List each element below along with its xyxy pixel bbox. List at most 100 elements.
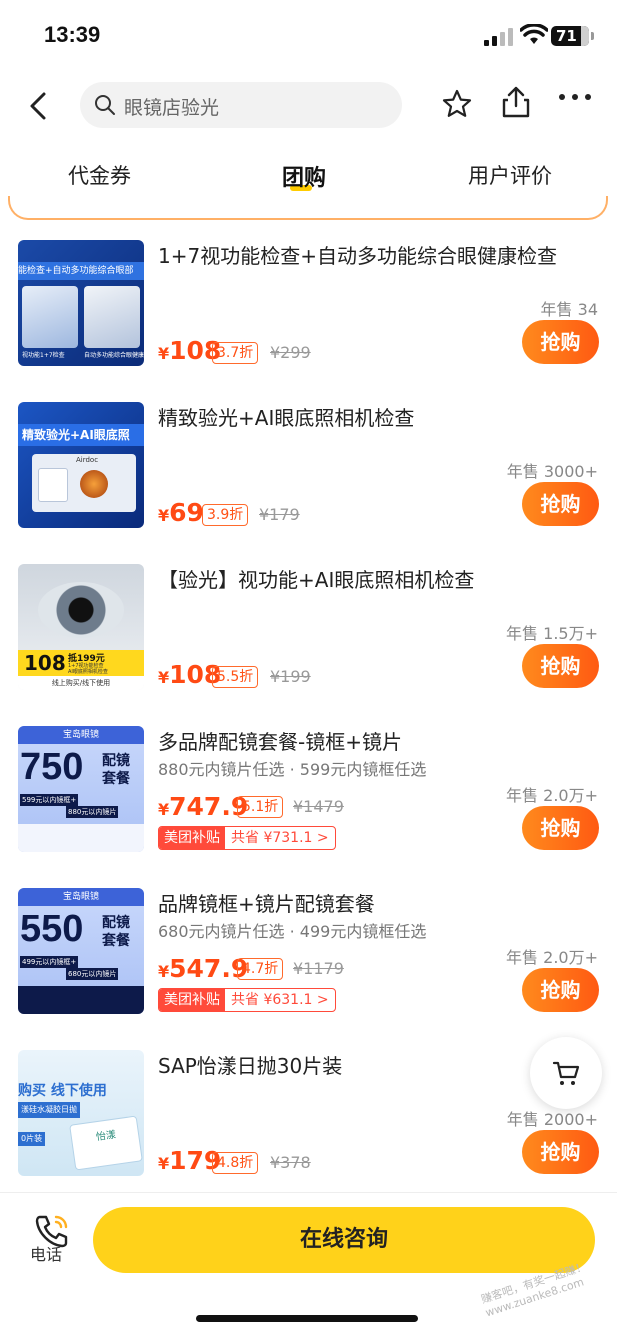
cart-icon [552,1061,580,1085]
thumb-product-box: 怡漾 [69,1115,143,1171]
buy-button[interactable]: 抢购 [522,1130,599,1174]
original-price: ¥1479 [293,797,344,816]
deal-price: ¥69 [158,498,204,527]
deal-sold-count: 年售 2000+ [506,1110,598,1129]
buy-button[interactable]: 抢购 [522,806,599,850]
deal-subtitle: 880元内镜片任选 · 599元内镜框任选 [158,760,427,779]
thumb-shop-name: 宝岛眼镜 [18,888,144,906]
thumb-bottom-text: 线上购买/线下使用 [18,676,144,690]
phone-label[interactable]: 电话 [30,1241,62,1265]
original-price: ¥1179 [293,959,344,978]
deal-title: 【验光】视功能+AI眼底照相机检查 [158,568,475,592]
thumb-eye-image [38,582,124,638]
deal-sold-count: 年售 3000+ [506,462,598,481]
thumb-mid-text: 漾硅水凝胶日抛 [18,1102,80,1118]
thumb-shop-name: 宝岛眼镜 [18,726,144,744]
cart-button[interactable] [530,1037,602,1109]
wifi-icon [520,24,548,44]
deal-price: ¥547.9 [158,954,248,983]
thumb-tag2: 套餐 [102,771,130,787]
subsidy-tag[interactable]: 美团补贴 共省 ¥731.1 > [158,826,336,850]
deal-thumbnail: 能检查+自动多功能综合眼部 视功能1+7检查 自动多功能综合眼健康检查 [18,240,144,366]
subsidy-label: 美团补贴 [159,989,225,1011]
thumb-photo-device [84,286,140,348]
thumb-box-label: 怡漾 [95,1129,117,1144]
tab-group-buy[interactable]: 团购 [282,160,326,192]
buy-button[interactable]: 抢购 [522,320,599,364]
thumb-big-number: 550 [20,908,84,950]
thumb-yellow-band: 108 抵199元 1+7视功能检查 AI眼底照相机检查 [18,650,144,676]
deal-thumbnail: 精致验光+AI眼底照 Airdoc [18,402,144,528]
tab-reviews[interactable]: 用户评价 [468,160,552,190]
subsidy-label: 美团补贴 [159,827,225,849]
home-indicator [196,1315,418,1322]
favorite-star-icon[interactable] [441,88,473,120]
buy-button[interactable]: 抢购 [522,644,599,688]
currency-symbol: ¥ [158,962,170,981]
thumb-caption-left: 视功能1+7检查 [22,352,65,359]
deal-title: 1+7视功能检查+自动多功能综合眼健康检查 [158,244,557,268]
deal-item[interactable]: 宝岛眼镜 550 配镜 套餐 499元以内镜框+ 680元以内镜片 品牌镜框+镜… [0,888,617,1050]
deal-item[interactable]: 购买 线下使用 漾硅水凝胶日抛 0片装 怡漾 SAP怡漾日抛30片装 年售 20… [0,1050,617,1212]
search-icon [95,95,115,115]
thumb-banner: 能检查+自动多功能综合眼部 [18,262,144,280]
thumb-sub2: AI眼底照相机检查 [68,669,108,675]
deal-thumbnail: 宝岛眼镜 550 配镜 套餐 499元以内镜框+ 680元以内镜片 [18,888,144,1014]
deal-item[interactable]: 精致验光+AI眼底照 Airdoc 精致验光+AI眼底照相机检查 年售 3000… [0,402,617,564]
deal-item[interactable]: 能检查+自动多功能综合眼部 视功能1+7检查 自动多功能综合眼健康检查 1+7视… [0,240,617,402]
discount-badge: 5.5折 [212,666,259,688]
thumb-photo-doctor [22,286,78,348]
status-time: 13:39 [44,22,101,47]
thumb-line2: 880元以内镜片 [66,806,119,818]
deal-thumbnail: 宝岛眼镜 750 配镜 套餐 599元以内镜框+ 880元以内镜片 [18,726,144,852]
thumb-price: 108 [24,651,66,675]
more-icon[interactable] [558,92,592,102]
thumb-banner: 精致验光+AI眼底照 [18,424,144,446]
deal-title: 多品牌配镜套餐-镜框+镜片 [158,730,402,754]
price-value: 69 [169,498,204,527]
subsidy-tag[interactable]: 美团补贴 共省 ¥631.1 > [158,988,336,1012]
deal-price: ¥747.9 [158,792,248,821]
signal-icon [484,28,513,46]
original-price: ¥179 [259,505,300,524]
discount-badge: 4.7折 [237,958,284,980]
currency-symbol: ¥ [158,344,170,363]
discount-badge: 3.9折 [202,504,249,526]
buy-button[interactable]: 抢购 [522,482,599,526]
buy-button[interactable]: 抢购 [522,968,599,1012]
search-bar[interactable]: 眼镜店验光 [80,82,402,128]
thumb-footer [18,824,144,852]
thumb-tag1: 配镜 [102,915,130,931]
back-arrow-icon[interactable] [24,86,54,126]
thumb-small-text: 0片装 [18,1132,46,1146]
deal-thumbnail: 108 抵199元 1+7视功能检查 AI眼底照相机检查 线上购买/线下使用 [18,564,144,690]
thumb-line2: 680元以内镜片 [66,968,119,980]
discount-badge: 3.7折 [212,342,259,364]
tab-bar: 代金券 团购 用户评价 [0,150,617,200]
thumb-tag1: 配镜 [102,753,130,769]
deal-item[interactable]: 108 抵199元 1+7视功能检查 AI眼底照相机检查 线上购买/线下使用 【… [0,564,617,726]
online-consult-button[interactable]: 在线咨询 [93,1207,595,1273]
thumb-line1: 499元以内镜框+ [20,956,79,968]
thumb-brand: Airdoc [76,456,99,464]
share-icon[interactable] [500,84,532,120]
original-price: ¥199 [270,667,311,686]
deal-sold-count: 年售 1.5万+ [506,624,598,643]
bottom-bar: 电话 在线咨询 [0,1192,617,1334]
deal-item[interactable]: 宝岛眼镜 750 配镜 套餐 599元以内镜框+ 880元以内镜片 多品牌配镜套… [0,726,617,888]
deal-sold-count: 年售 34 [540,300,598,319]
thumb-top-text: 购买 线下使用 [18,1083,107,1099]
thumb-caption-right: 自动多功能综合眼健康检查 [84,352,144,359]
thumb-tag2: 套餐 [102,933,130,949]
battery-level: 71 [556,27,577,45]
deal-sold-count: 年售 2.0万+ [506,948,598,967]
thumb-camera-device [38,468,68,502]
subsidy-saving: 共省 ¥631.1 > [231,992,329,1008]
discount-badge: 4.8折 [212,1152,259,1174]
section-divider [8,196,608,220]
currency-symbol: ¥ [158,506,170,525]
deal-title: 品牌镜框+镜片配镜套餐 [158,892,375,916]
original-price: ¥299 [270,343,311,362]
tab-voucher[interactable]: 代金券 [68,160,131,190]
battery-icon: 71 [551,26,594,46]
